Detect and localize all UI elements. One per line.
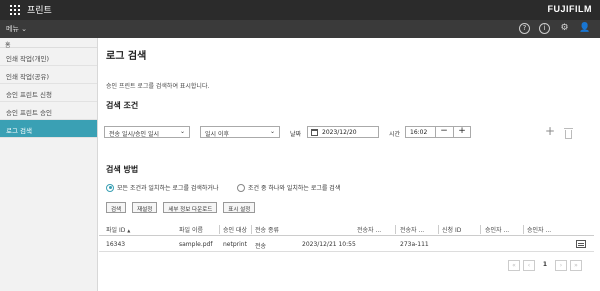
column-file-id[interactable]: 파일 ID ▲ — [106, 225, 130, 234]
increment-button[interactable]: + — [453, 126, 470, 138]
column-divider — [438, 225, 439, 234]
time-stepper[interactable]: 16:02 − + — [405, 126, 471, 138]
brand-logo: FUJIFILM — [547, 4, 592, 14]
radio-match-all-label: 모든 조건과 일치하는 로그를 검색하거나 — [117, 185, 219, 192]
sidebar-item-approval-request[interactable]: 승인 프린트 신청 — [0, 84, 97, 102]
radio-match-any[interactable]: 조건 중 하나와 일치하는 로그를 검색 — [237, 183, 340, 192]
cell-file-name: sample.pdf — [179, 241, 213, 248]
radio-match-any-label: 조건 중 하나와 일치하는 로그를 검색 — [248, 185, 341, 192]
search-button[interactable]: 검색 — [106, 202, 127, 213]
column-divider — [523, 225, 524, 234]
chevron-down-icon: ⌄ — [179, 128, 185, 135]
date-value: 2023/12/20 — [322, 129, 357, 136]
sidebar-item-print-jobs-shared[interactable]: 인쇄 작업(공유) — [0, 66, 97, 84]
add-condition-icon[interactable]: + — [545, 124, 555, 138]
cell-sender: 273a-111 — [400, 241, 429, 248]
chevron-down-icon: ⌄ — [269, 128, 275, 135]
reset-button[interactable]: 재설정 — [132, 202, 158, 213]
column-divider — [395, 225, 396, 234]
page-description: 승인 프린트 로그를 검색하여 표시합니다. — [106, 83, 210, 90]
table-row[interactable]: 16343 sample.pdf netprint 전송 2023/12/21 … — [99, 236, 594, 252]
column-target[interactable]: 승인 대상 — [223, 225, 247, 234]
column-divider — [219, 225, 220, 234]
column-type[interactable]: 전송 종류 — [255, 225, 279, 234]
cell-sent-at: 2023/12/21 10:55 — [302, 241, 356, 248]
condition-field-select[interactable]: 전송 일시/승인 일시 ⌄ — [104, 126, 190, 138]
decrement-button[interactable]: − — [435, 126, 452, 138]
column-request-id[interactable]: 신청 ID — [442, 225, 461, 234]
radio-selected-icon — [106, 183, 114, 192]
app-header: 프린트 FUJIFILM — [0, 0, 600, 20]
sort-asc-icon: ▲ — [127, 228, 131, 233]
trash-icon[interactable] — [564, 128, 573, 139]
log-table: 파일 ID ▲ 파일 이름 승인 대상 전송 종류 전송자 ... 전송자 ..… — [99, 222, 594, 252]
gear-icon[interactable]: ⚙ — [559, 23, 570, 34]
menu-bar: 메뉴 ⌄ ? i ⚙ 👤 — [0, 20, 600, 38]
help-icon[interactable]: ? — [519, 23, 530, 34]
pagination: « ‹ 1 › » — [508, 260, 582, 271]
column-sender-2[interactable]: 전송자 ... — [400, 225, 424, 234]
column-approver-2[interactable]: 승인자 ... — [527, 225, 551, 234]
display-settings-button[interactable]: 표시 설정 — [223, 202, 256, 213]
sidebar-home[interactable]: 홈 — [0, 38, 97, 49]
main-content: 로그 검색 승인 프린트 로그를 검색하여 표시합니다. 검색 조건 전송 일시… — [99, 38, 600, 291]
prev-page-button[interactable]: ‹ — [523, 260, 535, 271]
download-details-button[interactable]: 세부 정보 다운로드 — [163, 202, 218, 213]
condition-field-value: 전송 일시/승인 일시 — [109, 131, 159, 138]
cell-target: netprint — [223, 241, 247, 248]
cell-file-id: 16343 — [106, 241, 126, 248]
condition-operator-value: 일시 이후 — [205, 131, 229, 138]
sidebar-item-print-jobs-personal[interactable]: 인쇄 작업(개인) — [0, 48, 97, 66]
calendar-icon — [311, 129, 318, 136]
last-page-button[interactable]: » — [570, 260, 582, 271]
column-approver-1[interactable]: 승인자 ... — [485, 225, 509, 234]
sidebar-item-log-search[interactable]: 로그 검색 — [0, 120, 97, 138]
user-icon[interactable]: 👤 — [579, 23, 590, 34]
app-grid-icon[interactable] — [10, 5, 20, 15]
cell-type: 전송 — [255, 243, 267, 250]
method-heading: 검색 방법 — [106, 165, 139, 174]
menu-dropdown[interactable]: 메뉴 ⌄ — [6, 24, 27, 34]
conditions-heading: 검색 조건 — [106, 101, 139, 110]
chevron-down-icon: ⌄ — [21, 25, 27, 33]
date-label: 날짜 — [290, 131, 302, 138]
app-title: 프린트 — [27, 6, 52, 16]
column-divider — [480, 225, 481, 234]
page-title: 로그 검색 — [106, 51, 147, 62]
current-page: 1 — [542, 261, 548, 268]
sidebar-item-approval-approve[interactable]: 승인 프린트 승인 — [0, 102, 97, 120]
next-page-button[interactable]: › — [555, 260, 567, 271]
column-file-name[interactable]: 파일 이름 — [179, 225, 203, 234]
info-icon[interactable]: i — [539, 23, 550, 34]
radio-match-all[interactable]: 모든 조건과 일치하는 로그를 검색하거나 — [106, 183, 218, 192]
menu-label: 메뉴 — [6, 25, 19, 33]
sidebar: 홈 인쇄 작업(개인) 인쇄 작업(공유) 승인 프린트 신청 승인 프린트 승… — [0, 38, 98, 291]
first-page-button[interactable]: « — [508, 260, 520, 271]
details-icon[interactable] — [576, 240, 586, 248]
time-label: 시간 — [389, 131, 401, 138]
column-file-id-label: 파일 ID — [106, 227, 126, 234]
table-header: 파일 ID ▲ 파일 이름 승인 대상 전송 종류 전송자 ... 전송자 ..… — [99, 222, 594, 236]
radio-unselected-icon — [237, 183, 245, 192]
condition-operator-select[interactable]: 일시 이후 ⌄ — [200, 126, 280, 138]
date-input[interactable]: 2023/12/20 — [307, 126, 379, 138]
column-divider — [251, 225, 252, 234]
column-sender-1[interactable]: 전송자 ... — [357, 225, 381, 234]
time-value: 16:02 — [410, 129, 428, 136]
